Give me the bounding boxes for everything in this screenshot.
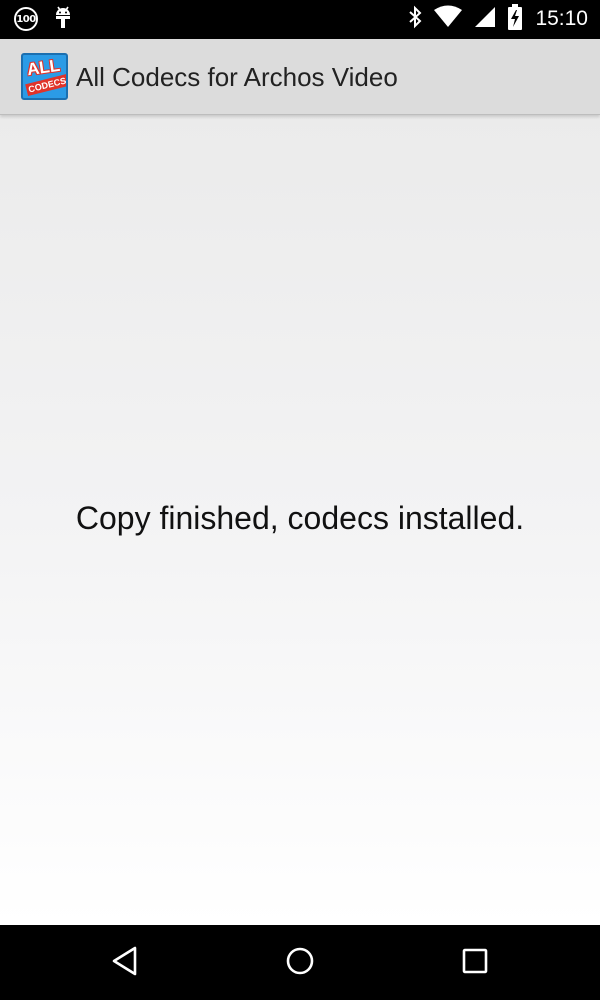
status-bar: 100 15:10	[0, 0, 600, 39]
wifi-icon	[433, 5, 463, 34]
status-bar-system-icons: 15:10	[407, 3, 588, 35]
action-bar: ALL CODECS All Codecs for Archos Video	[0, 39, 600, 115]
status-message: Copy finished, codecs installed.	[75, 500, 525, 536]
app-title: All Codecs for Archos Video	[76, 62, 398, 92]
main-content: Copy finished, codecs installed.	[0, 114, 600, 925]
battery-100-badge: 100	[14, 7, 38, 31]
home-button[interactable]	[280, 943, 320, 983]
recents-button[interactable]	[455, 943, 495, 983]
battery-charging-icon	[507, 3, 523, 35]
status-bar-notifications: 100	[14, 5, 74, 33]
android-icon	[52, 5, 74, 34]
home-icon	[284, 945, 316, 982]
app-logo-icon[interactable]: ALL CODECS	[21, 53, 68, 100]
bluetooth-icon	[407, 5, 423, 34]
status-time: 15:10	[535, 7, 588, 30]
back-button[interactable]	[105, 943, 145, 983]
recents-icon	[460, 946, 490, 981]
navigation-bar	[0, 925, 600, 1000]
signal-icon	[473, 5, 497, 34]
back-icon	[110, 945, 140, 982]
